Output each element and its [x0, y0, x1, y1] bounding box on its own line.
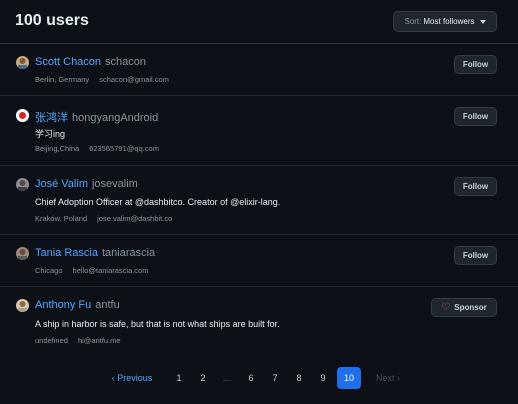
sort-dropdown[interactable]: Sort: Most followers [393, 11, 497, 32]
avatar[interactable] [16, 109, 29, 122]
page-link[interactable]: 9 [314, 367, 332, 389]
user-display-name[interactable]: Tania Rascia [35, 247, 98, 259]
user-login[interactable]: schacon [105, 56, 146, 68]
avatar[interactable] [16, 247, 29, 260]
page-link[interactable]: 1 [170, 367, 188, 389]
user-row: Tania Rascia taniarascia Chicago hello@tan… [0, 235, 518, 287]
user-login[interactable]: taniarascia [102, 247, 155, 259]
pagination-gap: … [222, 373, 232, 383]
user-row: 张鸿洋 hongyangAndroid 学习ing Beijing,China 62… [0, 96, 518, 166]
user-email[interactable]: schacon@gmail.com [99, 75, 169, 84]
next-page-button[interactable]: Next › [370, 367, 406, 389]
follow-button[interactable]: Follow [454, 107, 497, 126]
user-location: Berlin, Germany [35, 75, 90, 84]
page-title: 100 users [15, 12, 89, 29]
user-location: Chicago [35, 266, 63, 275]
user-display-name[interactable]: José Valim [35, 178, 88, 190]
sponsor-label: Sponsor [454, 303, 487, 312]
user-email[interactable]: jose.valim@dashbit.co [97, 214, 172, 223]
previous-page-button[interactable]: ‹ Previous [106, 367, 158, 389]
follow-button[interactable]: Follow [454, 177, 497, 196]
page-link[interactable]: 7 [266, 367, 284, 389]
user-email[interactable]: 623565791@qq.com [89, 144, 159, 153]
current-page[interactable]: 10 [337, 367, 361, 389]
avatar[interactable] [16, 178, 29, 191]
user-row: Anthony Fu antfu A ship in harbor is safe… [0, 287, 518, 355]
user-display-name[interactable]: Anthony Fu [35, 299, 91, 311]
user-row: Scott Chacon schacon Berlin, Germany schac… [0, 44, 518, 96]
follow-button[interactable]: Follow [454, 55, 497, 74]
follow-button[interactable]: Follow [454, 246, 497, 265]
user-row: José Valim josevalim Chief Adoption Offic… [0, 166, 518, 235]
caret-down-icon [479, 19, 486, 24]
pagination: ‹ Previous 1 2 … 6 7 8 9 10 Next › [0, 367, 518, 389]
user-bio: 学习ing [35, 129, 66, 139]
next-label: Next [375, 373, 395, 383]
chevron-left-icon: ‹ [111, 373, 115, 383]
sort-label: Sort: [404, 17, 422, 26]
user-login[interactable]: antfu [95, 299, 119, 311]
previous-label: Previous [117, 373, 153, 383]
user-login[interactable]: hongyangAndroid [72, 112, 158, 124]
page-link[interactable]: 8 [290, 367, 308, 389]
sponsor-button[interactable]: ♡ Sponsor [431, 298, 497, 317]
user-bio: Chief Adoption Officer at @dashbitco. Cr… [35, 197, 281, 207]
user-location: Beijing,China [35, 144, 80, 153]
chevron-right-icon: › [397, 373, 401, 383]
avatar[interactable] [16, 299, 29, 312]
heart-icon: ♡ [441, 301, 451, 313]
page-link[interactable]: 6 [242, 367, 260, 389]
header: 100 users Sort: Most followers [0, 0, 518, 44]
sort-value: Most followers [423, 17, 475, 26]
page-link[interactable]: 2 [194, 367, 212, 389]
user-location: Kraków, Poland [35, 214, 88, 223]
avatar[interactable] [16, 56, 29, 69]
user-email[interactable]: hello@taniarascia.com [73, 266, 149, 275]
user-display-name[interactable]: Scott Chacon [35, 56, 101, 68]
user-bio: A ship in harbor is safe, but that is no… [35, 319, 280, 329]
user-login[interactable]: josevalim [92, 178, 138, 190]
user-location: undefined [35, 336, 68, 345]
user-display-name[interactable]: 张鸿洋 [35, 112, 68, 124]
user-email[interactable]: hi@antfu.me [78, 336, 121, 345]
